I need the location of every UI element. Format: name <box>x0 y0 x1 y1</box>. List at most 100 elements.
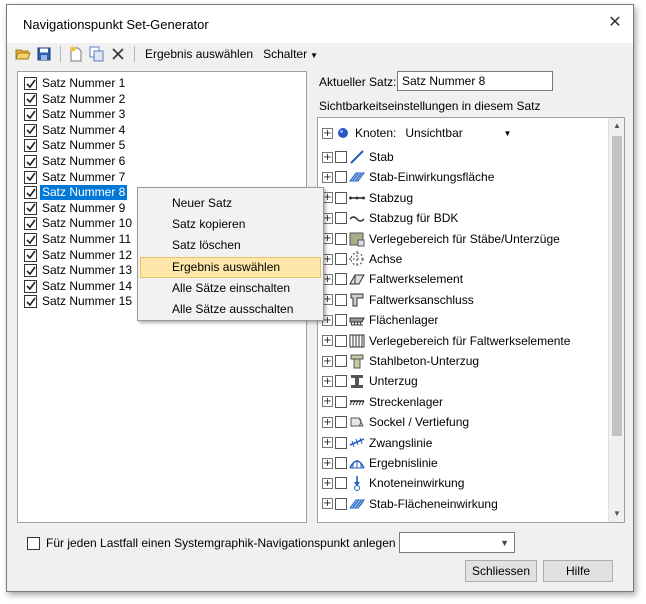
tree-row[interactable]: + Ergebnislinie <box>322 454 438 472</box>
tree-row[interactable]: + Streckenlager <box>322 393 443 411</box>
visibility-checkbox[interactable] <box>335 334 347 347</box>
tree-row-knoten[interactable]: + Knoten: Unsichtbar ▼ <box>322 124 517 142</box>
expand-icon[interactable]: + <box>322 477 333 489</box>
visibility-checkbox[interactable] <box>335 436 347 449</box>
expand-icon[interactable]: + <box>322 355 333 367</box>
delete-x-icon[interactable] <box>108 44 128 64</box>
tree-row[interactable]: + Verlegebereich für Stäbe/Unterzüge <box>322 230 560 248</box>
set-list-item[interactable]: Satz Nummer 8 <box>24 185 128 201</box>
expand-icon[interactable]: + <box>322 416 333 428</box>
set-list-item[interactable]: Satz Nummer 4 <box>24 123 127 138</box>
tree-row[interactable]: + Sockel / Vertiefung <box>322 413 469 431</box>
help-button[interactable]: Hilfe <box>543 560 613 582</box>
visibility-checkbox[interactable] <box>335 314 347 327</box>
set-checkbox[interactable] <box>24 186 37 200</box>
context-menu-item[interactable]: Alle Sätze einschalten <box>140 278 321 299</box>
expand-icon[interactable]: + <box>322 375 333 387</box>
set-checkbox[interactable] <box>24 77 37 90</box>
set-list-item[interactable]: Satz Nummer 9 <box>24 201 127 216</box>
visibility-checkbox[interactable] <box>335 416 347 429</box>
context-menu-item[interactable]: Satz kopieren <box>140 214 321 235</box>
set-list-item[interactable]: Satz Nummer 11 <box>24 232 133 247</box>
set-list-item[interactable]: Satz Nummer 13 <box>24 263 134 278</box>
scroll-thumb[interactable] <box>612 136 622 436</box>
expand-icon[interactable]: + <box>322 335 333 347</box>
tree-row[interactable]: + Stabzug <box>322 189 413 207</box>
context-menu-item[interactable]: Neuer Satz <box>140 193 321 214</box>
visibility-checkbox[interactable] <box>335 457 347 469</box>
current-set-input[interactable] <box>397 71 553 91</box>
tree-row[interactable]: + Zwangslinie <box>322 434 432 452</box>
copy-icon[interactable] <box>87 44 107 64</box>
visibility-checkbox[interactable] <box>335 497 347 510</box>
tree-row[interactable]: + Stahlbeton-Unterzug <box>322 352 479 370</box>
expand-icon[interactable]: + <box>322 151 333 163</box>
set-list-item[interactable]: Satz Nummer 1 <box>24 76 127 91</box>
visibility-checkbox[interactable] <box>335 293 347 306</box>
context-menu-item[interactable]: Satz löschen <box>140 235 321 256</box>
tree-row[interactable]: + Flächenlager <box>322 311 438 329</box>
navpoint-set-select[interactable]: ▼ <box>399 532 515 553</box>
select-result-button[interactable]: Ergebnis auswählen <box>140 47 258 61</box>
expand-icon[interactable]: + <box>322 127 333 139</box>
expand-icon[interactable]: + <box>322 437 333 449</box>
visibility-checkbox[interactable] <box>335 477 347 490</box>
set-checkbox[interactable] <box>24 217 37 231</box>
tree-row[interactable]: + Verlegebereich für Faltwerkselemente <box>322 332 570 350</box>
set-checkbox[interactable] <box>24 248 37 262</box>
open-folder-icon[interactable] <box>13 44 33 64</box>
visibility-checkbox[interactable] <box>335 253 347 265</box>
set-list-item[interactable]: Satz Nummer 3 <box>24 107 127 122</box>
tree-row[interactable]: + Faltwerkselement <box>322 270 463 288</box>
tree-scrollbar[interactable]: ▲ ▼ <box>608 118 624 522</box>
set-list-item[interactable]: Satz Nummer 2 <box>24 92 127 107</box>
set-checkbox[interactable] <box>24 92 37 106</box>
set-checkbox[interactable] <box>24 201 37 215</box>
tree-row[interactable]: + Achse <box>322 250 402 268</box>
tree-row[interactable]: + Stab <box>322 148 394 166</box>
visibility-checkbox[interactable] <box>335 395 347 408</box>
visibility-checkbox[interactable] <box>335 212 347 225</box>
visibility-tree[interactable]: + Knoten: Unsichtbar ▼ + Stab + Stab-Einwir… <box>317 117 625 523</box>
visibility-checkbox[interactable] <box>335 232 347 245</box>
close-window-button[interactable]: ✕ <box>607 15 623 31</box>
set-list-item[interactable]: Satz Nummer 15 <box>24 294 134 309</box>
set-checkbox[interactable] <box>24 155 37 168</box>
node-visibility-select[interactable]: Unsichtbar ▼ <box>402 124 517 142</box>
context-menu-item[interactable]: Alle Sätze ausschalten <box>140 299 321 320</box>
visibility-checkbox[interactable] <box>335 191 347 204</box>
visibility-checkbox[interactable] <box>335 273 347 286</box>
context-menu-item[interactable]: Ergebnis auswählen <box>140 256 321 278</box>
tree-row[interactable]: + Knoteneinwirkung <box>322 474 464 492</box>
visibility-checkbox[interactable] <box>335 151 347 163</box>
expand-icon[interactable]: + <box>322 396 333 408</box>
save-icon[interactable] <box>34 44 54 64</box>
set-list-item[interactable]: Satz Nummer 12 <box>24 248 134 263</box>
set-list-item[interactable]: Satz Nummer 14 <box>24 279 134 294</box>
set-list-item[interactable]: Satz Nummer 10 <box>24 216 134 231</box>
tree-row[interactable]: + Stabzug für BDK <box>322 209 458 227</box>
tree-row[interactable]: + Stab-Einwirkungsfläche <box>322 168 494 186</box>
set-checkbox[interactable] <box>24 139 37 153</box>
set-checkbox[interactable] <box>24 279 37 293</box>
set-checkbox[interactable] <box>24 295 37 309</box>
scroll-up-icon[interactable]: ▲ <box>609 118 624 134</box>
expand-icon[interactable]: + <box>322 457 333 469</box>
set-list-item[interactable]: Satz Nummer 6 <box>24 154 127 169</box>
create-navpoint-option[interactable]: Für jeden Lastfall einen Systemgraphik-N… <box>27 536 446 550</box>
tree-row[interactable]: + Faltwerksanschluss <box>322 291 474 309</box>
set-checkbox[interactable] <box>24 108 37 122</box>
set-checkbox[interactable] <box>24 233 37 246</box>
expand-icon[interactable]: + <box>322 498 333 510</box>
tree-row[interactable]: + Unterzug <box>322 372 418 390</box>
tree-row[interactable]: + Stab-Flächeneinwirkung <box>322 495 498 513</box>
set-list-item[interactable]: Satz Nummer 5 <box>24 138 127 153</box>
create-navpoint-checkbox[interactable] <box>27 536 40 550</box>
set-checkbox[interactable] <box>24 170 37 184</box>
visibility-checkbox[interactable] <box>335 171 347 184</box>
expand-icon[interactable]: + <box>322 171 333 183</box>
visibility-checkbox[interactable] <box>335 355 347 367</box>
set-checkbox[interactable] <box>24 123 37 137</box>
switch-menu-button[interactable]: Schalter ▼ <box>258 47 323 61</box>
visibility-checkbox[interactable] <box>335 375 347 388</box>
